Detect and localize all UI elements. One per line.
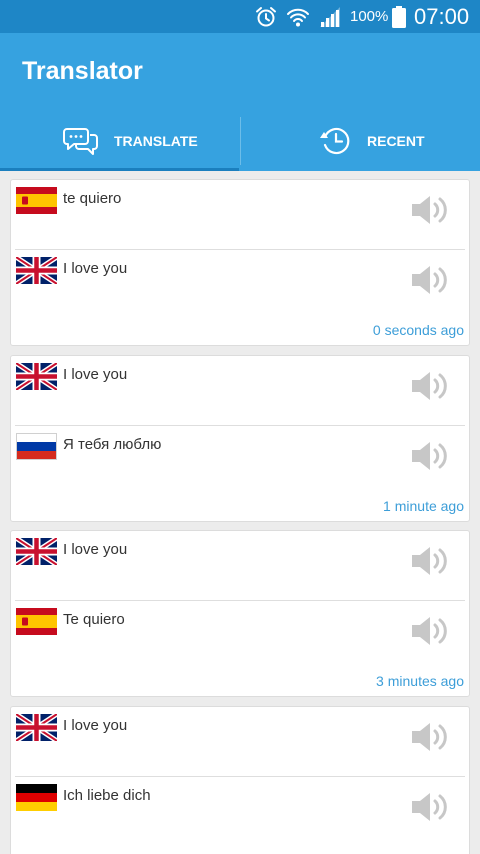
history-list[interactable]: te quiero I love you 0 seconds ago I lov…	[0, 171, 480, 854]
alarm-clock-icon	[256, 7, 276, 27]
timestamp: 1 minute ago	[383, 498, 464, 514]
spain-flag-icon	[16, 187, 57, 214]
source-text: I love you	[63, 366, 128, 383]
russia-flag-icon	[16, 433, 57, 460]
app-bar: Translator	[0, 33, 480, 111]
history-card[interactable]: I love you Ich liebe dich	[10, 706, 470, 854]
tab-translate-label: TRANSLATE	[114, 133, 198, 149]
source-text: te quiero	[63, 190, 122, 207]
germany-flag-icon	[16, 784, 57, 811]
uk-flag-icon	[16, 714, 57, 741]
spain-flag-icon	[16, 608, 57, 635]
speaker-icon[interactable]	[409, 720, 451, 754]
history-clock-icon	[320, 127, 350, 155]
source-row: I love you	[11, 707, 469, 777]
speaker-icon[interactable]	[409, 263, 451, 297]
tab-recent-label: RECENT	[367, 133, 425, 149]
tab-recent[interactable]: RECENT	[241, 111, 480, 171]
target-text: Ich liebe dich	[63, 787, 151, 804]
target-text: Te quiero	[63, 611, 125, 628]
source-row: te quiero	[11, 180, 469, 250]
history-card[interactable]: I love you Te quiero 3 minutes ago	[10, 530, 470, 697]
target-row: Te quiero	[11, 601, 469, 671]
status-bar: 100% 07:00	[0, 0, 480, 33]
app-title: Translator	[22, 57, 143, 85]
speaker-icon[interactable]	[409, 369, 451, 403]
speaker-icon[interactable]	[409, 790, 451, 824]
history-card[interactable]: te quiero I love you 0 seconds ago	[10, 179, 470, 346]
cellular-signal-icon	[320, 7, 340, 27]
speaker-icon[interactable]	[409, 544, 451, 578]
timestamp: 0 seconds ago	[372, 322, 464, 338]
source-row: I love you	[11, 531, 469, 601]
uk-flag-icon	[16, 363, 57, 390]
uk-flag-icon	[16, 538, 57, 565]
target-text: Я тебя люблю	[63, 436, 162, 453]
speech-bubbles-icon	[63, 128, 98, 155]
timestamp: 3 minutes ago	[376, 673, 464, 689]
uk-flag-icon	[16, 257, 57, 284]
speaker-icon[interactable]	[409, 614, 451, 648]
target-row: Ich liebe dich	[11, 777, 469, 847]
battery-percent: 100%	[350, 8, 389, 25]
clock-time: 07:00	[414, 4, 470, 29]
speaker-icon[interactable]	[409, 439, 451, 473]
wifi-icon	[287, 8, 309, 27]
source-text: I love you	[63, 717, 128, 734]
tab-bar: TRANSLATE RECENT	[0, 111, 480, 171]
history-card[interactable]: I love you Я тебя люблю 1 minute ago	[10, 355, 470, 522]
battery-icon	[392, 6, 406, 28]
source-row: I love you	[11, 356, 469, 426]
source-text: I love you	[63, 541, 128, 558]
target-row: Я тебя люблю	[11, 426, 469, 496]
speaker-icon[interactable]	[409, 193, 451, 227]
target-text: I love you	[63, 260, 128, 277]
tab-translate[interactable]: TRANSLATE	[0, 111, 240, 171]
target-row: I love you	[11, 250, 469, 320]
